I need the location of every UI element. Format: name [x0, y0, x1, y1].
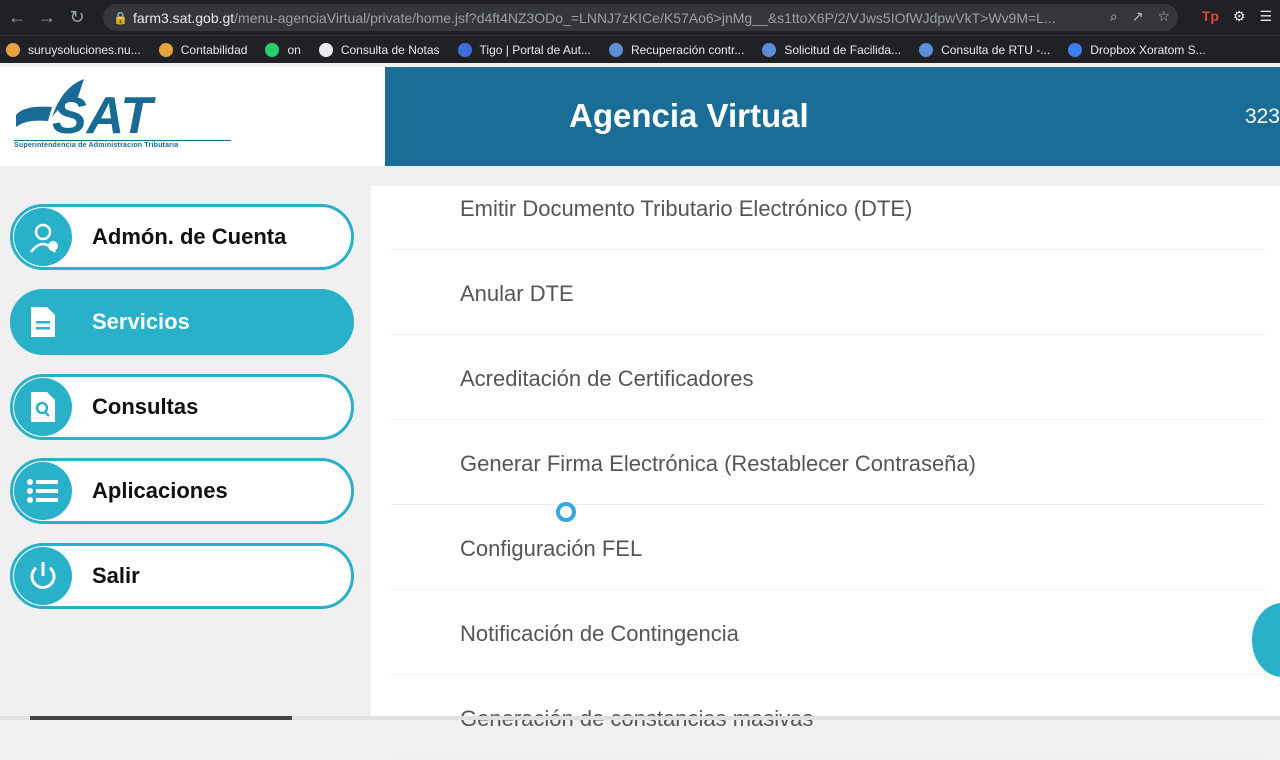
sat-logo-icon: SAT: [16, 79, 156, 139]
bookmark-favicon-icon: [265, 42, 280, 57]
bookmark-label: Consulta de RTU -...: [941, 42, 1051, 57]
loading-spinner-icon: [556, 502, 576, 522]
bookmark-label: Solicitud de Facilida...: [784, 42, 902, 57]
sidebar-item-adm-n-de-cuenta[interactable]: Admón. de Cuenta: [10, 204, 354, 270]
service-label: Emitir Documento Tributario Electrónico …: [460, 196, 913, 221]
bookmarks-bar: suruysoluciones.nu... Contabilidad on Consu…: [0, 35, 1280, 63]
service-item[interactable]: Configuración FEL: [391, 505, 1265, 590]
sidebar-item-label: Aplicaciones: [92, 478, 228, 503]
service-item[interactable]: Notificación de Contingencia: [391, 590, 1265, 675]
sidebar-item-consultas[interactable]: Consultas: [10, 374, 354, 440]
sidebar-item-label: Salir: [92, 563, 140, 588]
bookmark-favicon-icon: [762, 42, 777, 57]
page-title: Agencia Virtual: [569, 97, 809, 134]
bookmark-item[interactable]: Consulta de Notas: [318, 42, 440, 57]
service-label: Acreditación de Certificadores: [460, 366, 754, 391]
reading-list-icon[interactable]: ☰: [1259, 8, 1272, 25]
share-icon[interactable]: ↗: [1132, 8, 1144, 25]
service-item[interactable]: Anular DTE: [391, 250, 1265, 335]
sidebar-item-servicios[interactable]: Servicios: [10, 289, 354, 355]
search-document-icon: [14, 378, 72, 436]
bookmark-label: on: [287, 42, 301, 57]
bookmark-item[interactable]: Contabilidad: [158, 42, 248, 57]
bookmark-favicon-icon: [608, 42, 623, 57]
document-icon: [14, 293, 72, 351]
sidebar-item-salir[interactable]: Salir: [10, 543, 354, 609]
scrollbar-thumb[interactable]: [30, 716, 292, 720]
power-icon: [14, 547, 72, 605]
bookmark-favicon-icon: [6, 42, 20, 57]
horizontal-scrollbar[interactable]: [0, 716, 1280, 720]
service-item[interactable]: Emitir Documento Tributario Electrónico …: [391, 165, 1265, 250]
sidebar-item-label: Servicios: [92, 309, 190, 334]
page-header: Agencia Virtual 323: [385, 67, 1280, 166]
sidebar-item-label: Admón. de Cuenta: [92, 224, 287, 249]
bookmark-favicon-icon: [1068, 42, 1083, 57]
bookmark-item[interactable]: Consulta de RTU -...: [919, 42, 1051, 57]
bookmark-item[interactable]: Tigo | Portal de Aut...: [457, 42, 591, 57]
bookmark-item[interactable]: suruysoluciones.nu...: [6, 42, 141, 57]
bookmark-item[interactable]: Dropbox Xoratom S...: [1068, 42, 1206, 57]
bookmark-item[interactable]: on: [265, 42, 301, 57]
back-arrow-icon[interactable]: ←: [2, 3, 32, 33]
bookmark-label: Dropbox Xoratom S...: [1090, 42, 1206, 57]
bookmark-label: Contabilidad: [180, 42, 248, 57]
bookmark-favicon-icon: [318, 42, 333, 57]
bookmark-label: Consulta de Notas: [340, 42, 440, 57]
logo-subtitle: Superintendencia de Administracion Tribu…: [14, 140, 231, 149]
bookmark-favicon-icon: [919, 42, 934, 57]
service-item[interactable]: Acreditación de Certificadores: [391, 335, 1265, 420]
bookmark-label: Tigo | Portal de Aut...: [479, 42, 591, 57]
extension-tp-icon[interactable]: Tp: [1202, 8, 1219, 25]
lock-icon: 🔒: [113, 10, 128, 25]
star-icon[interactable]: ☆: [1157, 8, 1170, 25]
service-label: Notificación de Contingencia: [460, 621, 739, 646]
puzzle-extensions-icon[interactable]: ⚙: [1233, 8, 1246, 25]
zoom-icon[interactable]: ⌕: [1110, 8, 1118, 25]
sidebar-item-label: Consultas: [92, 394, 199, 419]
svg-text:SAT: SAT: [52, 87, 156, 139]
user-gear-icon: [14, 208, 72, 266]
service-label: Generar Firma Electrónica (Restablecer C…: [460, 451, 976, 476]
service-label: Anular DTE: [460, 281, 574, 306]
reload-icon[interactable]: ↻: [62, 3, 92, 33]
header-number: 323: [1244, 105, 1280, 128]
bookmark-favicon-icon: [457, 42, 472, 57]
bookmark-item[interactable]: Solicitud de Facilida...: [762, 42, 902, 57]
sat-logo[interactable]: SAT Superintendencia de Administracion T…: [0, 67, 385, 166]
service-label: Configuración FEL: [460, 536, 643, 561]
url-text[interactable]: farm3.sat.gob.gt/menu-agenciaVirtual/pri…: [133, 10, 1083, 26]
list-icon: [14, 462, 72, 520]
sidebar-item-aplicaciones[interactable]: Aplicaciones: [10, 458, 354, 524]
browser-toolbar: ← → ↻ 🔒 farm3.sat.gob.gt/menu-agenciaVir…: [0, 0, 1280, 35]
sat-page: SAT Superintendencia de Administracion T…: [0, 67, 1280, 760]
service-item[interactable]: Generar Firma Electrónica (Restablecer C…: [391, 420, 1265, 505]
bookmark-item[interactable]: Recuperación contr...: [608, 42, 745, 57]
bookmark-favicon-icon: [158, 42, 173, 57]
bookmark-label: Recuperación contr...: [630, 42, 745, 57]
services-list: Emitir Documento Tributario Electrónico …: [371, 186, 1280, 760]
sidebar: Admón. de Cuenta Servicios Consultas Aplica…: [0, 166, 370, 720]
bookmark-label: suruysoluciones.nu...: [28, 42, 141, 57]
forward-arrow-icon[interactable]: →: [32, 3, 62, 33]
address-bar[interactable]: 🔒 farm3.sat.gob.gt/menu-agenciaVirtual/p…: [103, 4, 1178, 31]
